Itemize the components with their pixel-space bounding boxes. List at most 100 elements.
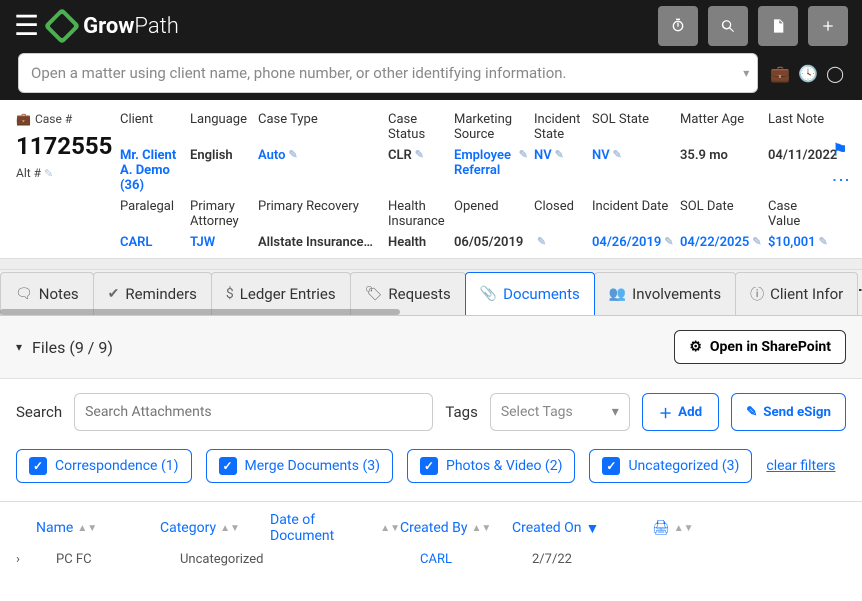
app-logo: GrowPath	[49, 13, 179, 39]
pencil-icon[interactable]: ✎	[537, 235, 546, 248]
checkbox-icon: ✓	[420, 457, 438, 475]
pencil-icon[interactable]: ✎	[664, 235, 673, 248]
attorney-hdr: Primary Attorney	[190, 199, 252, 229]
add-button[interactable]: ＋Add	[642, 393, 719, 431]
marketing-val[interactable]: Employee Referral✎	[454, 148, 528, 193]
matter-search-input[interactable]	[31, 64, 743, 82]
add-button[interactable]	[808, 6, 848, 46]
recovery-hdr: Primary Recovery	[258, 199, 382, 229]
cell-name: PC FC	[56, 552, 180, 567]
casevalue-val[interactable]: $10,001✎	[768, 235, 832, 250]
circle-icon[interactable]: ◯	[826, 64, 844, 83]
notes-icon: 🗨	[15, 286, 33, 302]
language-hdr: Language	[190, 112, 252, 142]
col-print[interactable]: 🖨 ▲▼	[652, 512, 846, 544]
attachment-search-input[interactable]	[74, 393, 433, 431]
tab-clientinfo[interactable]: ⓘClient Infor	[735, 272, 858, 315]
people-icon: 👥	[609, 286, 626, 302]
chevron-down-icon[interactable]: ▾	[16, 340, 22, 354]
casetype-hdr: Case Type	[258, 112, 382, 142]
scroll-indicator[interactable]	[0, 309, 400, 315]
tab-bar: 🗨Notes ✔Reminders $Ledger Entries 🏷Reque…	[0, 270, 862, 316]
sharepoint-icon: ⚙	[689, 339, 702, 355]
dollar-icon: $	[226, 286, 234, 302]
client-link[interactable]: Mr. Client A. Demo (36)	[120, 148, 184, 193]
stopwatch-icon	[670, 18, 686, 34]
matterage-hdr: Matter Age	[680, 112, 762, 142]
pencil-icon[interactable]: ✎	[613, 148, 622, 161]
casetype-val[interactable]: Auto✎	[258, 148, 382, 193]
pencil-icon[interactable]: ✎	[288, 148, 297, 161]
pencil-icon[interactable]: ✎	[555, 148, 564, 161]
pencil-icon: ✎	[746, 405, 757, 420]
clock-icon[interactable]: 🕓	[798, 64, 818, 83]
incdate-val[interactable]: 04/26/2019✎	[592, 235, 674, 250]
briefcase-icon[interactable]: 💼	[770, 64, 790, 83]
table-row[interactable]: › PC FC Uncategorized CARL 2/7/22	[0, 550, 862, 567]
tab-documents[interactable]: 📎Documents	[465, 272, 595, 315]
check-icon: ✔	[108, 286, 120, 302]
send-esign-button[interactable]: ✎Send eSign	[731, 393, 846, 431]
checkbox-icon: ✓	[219, 457, 237, 475]
sort-icon: ▲▼	[220, 523, 240, 534]
cell-date	[290, 552, 420, 567]
sort-icon: ▲▼	[674, 523, 694, 534]
pencil-icon[interactable]: ✎	[44, 167, 53, 180]
clear-filters-link[interactable]: clear filters	[766, 458, 835, 474]
tabs-overflow[interactable]: ⋮	[857, 270, 862, 315]
alt-number-label: Alt # ✎	[16, 166, 106, 180]
lastnote-hdr: Last Note	[768, 112, 832, 142]
matter-search[interactable]: ▾	[18, 53, 758, 93]
sort-icon: ▲▼	[471, 523, 491, 534]
paperclip-icon: 📎	[480, 286, 497, 302]
expand-icon[interactable]: ›	[16, 552, 36, 567]
pencil-icon[interactable]: ✎	[415, 148, 424, 161]
files-header: ▾ Files (9 / 9) ⚙ Open in SharePoint	[0, 316, 862, 379]
search-icon	[720, 18, 736, 34]
casevalue-hdr: Case Value	[768, 199, 832, 229]
col-createdon[interactable]: Created On ▼	[512, 512, 652, 544]
opened-hdr: Opened	[454, 199, 528, 229]
chip-uncategorized[interactable]: ✓Uncategorized (3)	[589, 449, 752, 483]
incstate-val[interactable]: NV✎	[534, 148, 586, 193]
search-button[interactable]	[708, 6, 748, 46]
col-category[interactable]: Category▲▼	[160, 512, 270, 544]
paralegal-val[interactable]: CARL	[120, 235, 184, 250]
attorney-val[interactable]: TJW	[190, 235, 252, 250]
printer-icon: 🖨	[652, 520, 670, 536]
document-icon	[770, 18, 786, 34]
chevron-down-icon[interactable]: ▾	[743, 66, 749, 80]
sort-icon: ▲▼	[77, 523, 97, 534]
chip-correspondence[interactable]: ✓Correspondence (1)	[16, 449, 192, 483]
chip-merge[interactable]: ✓Merge Documents (3)	[206, 449, 393, 483]
sort-icon: ▲▼	[380, 523, 400, 534]
timer-button[interactable]	[658, 6, 698, 46]
cell-on: 2/7/22	[532, 552, 672, 567]
open-sharepoint-button[interactable]: ⚙ Open in SharePoint	[674, 330, 846, 364]
document-button[interactable]	[758, 6, 798, 46]
cell-category: Uncategorized	[180, 552, 290, 567]
table-header: Name▲▼ Category▲▼ Date of Document▲▼ Cre…	[0, 501, 862, 550]
pencil-icon[interactable]: ✎	[752, 235, 761, 248]
col-name[interactable]: Name▲▼	[36, 512, 160, 544]
case-number: 1172555	[16, 132, 106, 160]
col-createdby[interactable]: Created By▲▼	[400, 512, 512, 544]
chip-photos[interactable]: ✓Photos & Video (2)	[407, 449, 575, 483]
top-bar: ☰ GrowPath ▾ 💼 🕓 ◯	[0, 0, 862, 100]
flag-icon[interactable]: ⚑	[832, 140, 848, 161]
pencil-icon[interactable]: ✎	[519, 148, 528, 161]
solstate-val[interactable]: NV✎	[592, 148, 674, 193]
kebab-menu[interactable]: ⋮	[837, 171, 843, 189]
marketing-hdr: Marketing Source	[454, 112, 528, 142]
tags-select[interactable]: Select Tags ▾	[490, 393, 630, 431]
section-divider	[0, 258, 862, 270]
col-date[interactable]: Date of Document▲▼	[270, 512, 400, 544]
tab-involvements[interactable]: 👥Involvements	[594, 272, 736, 315]
opened-val: 06/05/2019	[454, 235, 528, 250]
hamburger-menu[interactable]: ☰	[14, 12, 39, 40]
logo-badge-icon	[44, 8, 81, 45]
pencil-icon[interactable]: ✎	[819, 235, 828, 248]
sort-desc-icon: ▼	[586, 520, 600, 537]
soldate-val[interactable]: 04/22/2025✎	[680, 235, 762, 250]
soldate-hdr: SOL Date	[680, 199, 762, 229]
